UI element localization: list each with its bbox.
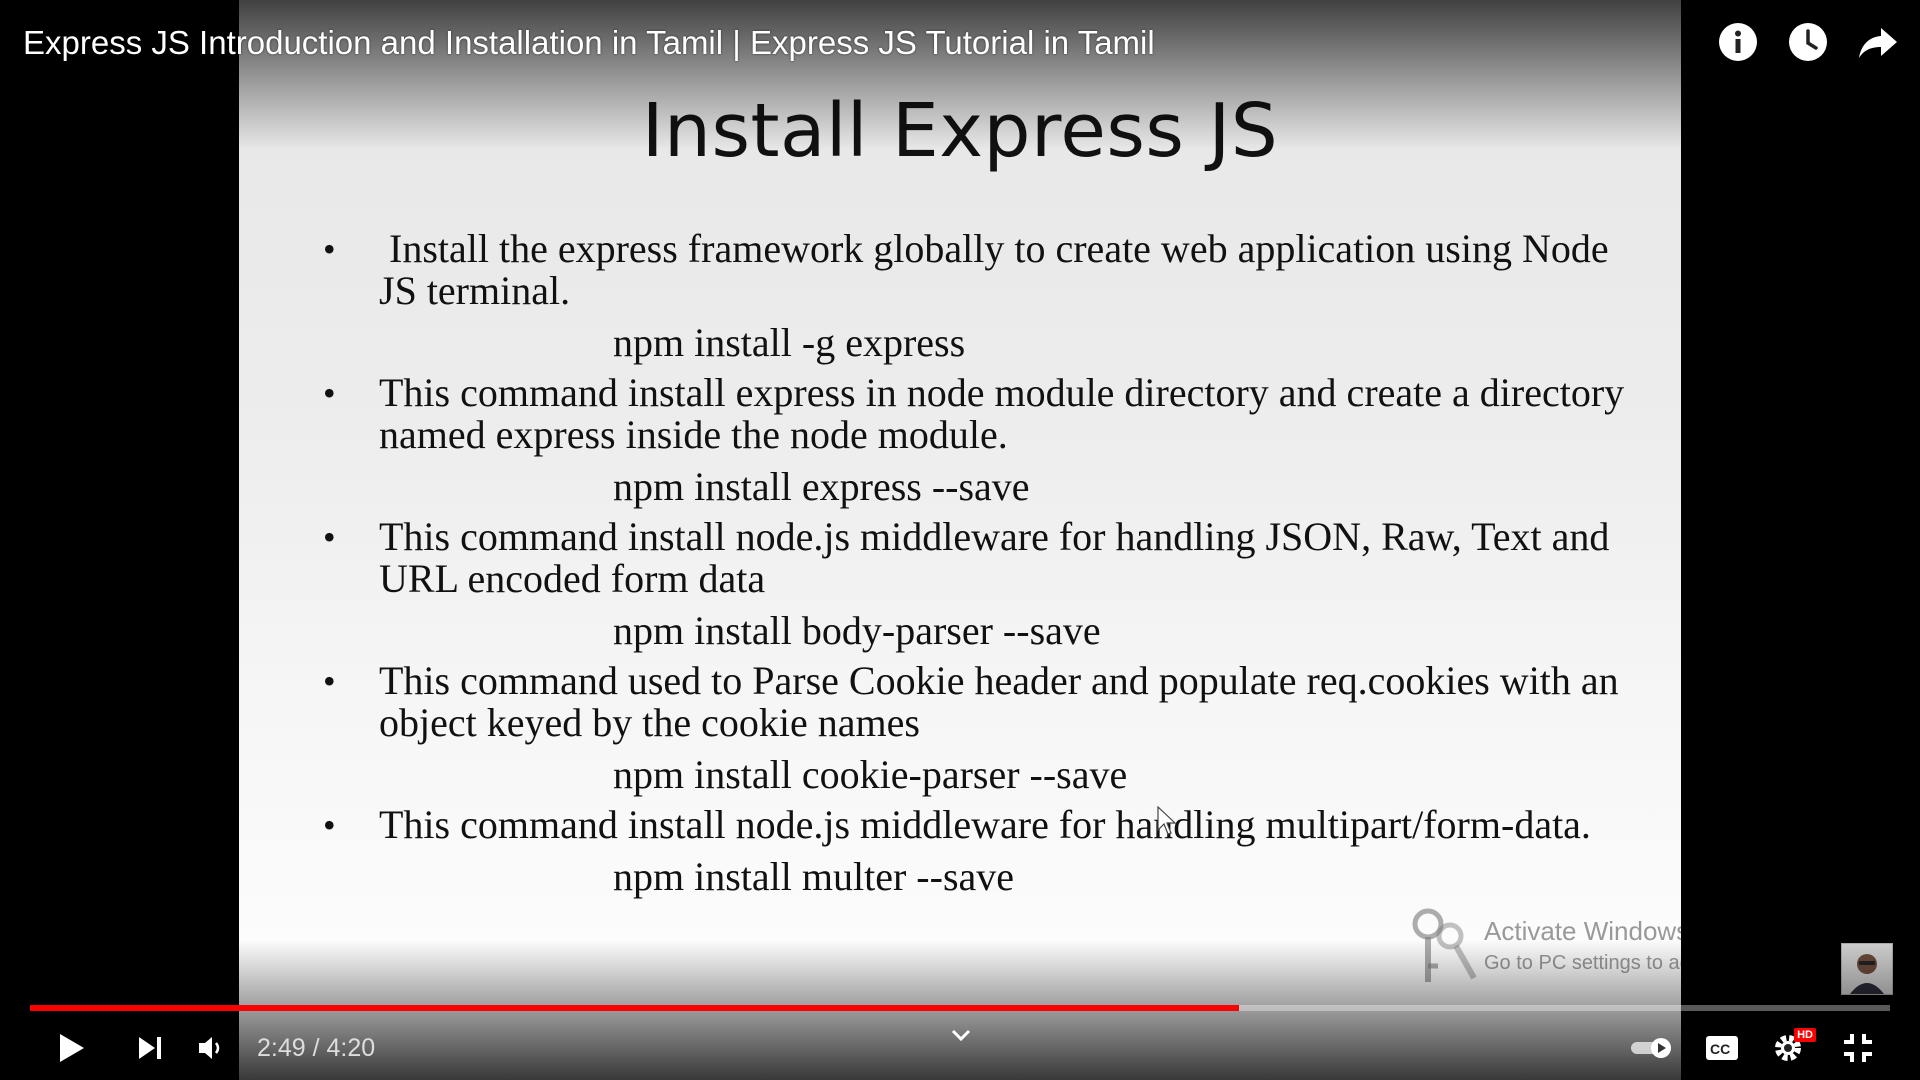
bullet-text: Install the express framework globally t… xyxy=(379,226,1619,313)
bullet-item: • Install the express framework globally… xyxy=(323,228,1643,312)
watermark-subtitle: Go to PC settings to activate Windows. xyxy=(1484,952,1681,974)
volume-icon xyxy=(199,1037,220,1059)
chapter-expand-button[interactable] xyxy=(946,1020,976,1050)
chevron-down-icon xyxy=(951,1029,971,1042)
next-icon xyxy=(139,1037,161,1059)
bullet-marker: • xyxy=(323,229,336,269)
hd-badge: HD xyxy=(1794,1028,1816,1042)
bullet-item: • This command used to Parse Cookie head… xyxy=(323,660,1643,744)
play-icon xyxy=(60,1034,84,1062)
command-line: npm install cookie-parser --save xyxy=(613,752,1128,797)
top-right-actions xyxy=(1716,20,1900,64)
bullet-item: • This command install node.js middlewar… xyxy=(323,804,1643,846)
captions-icon: CC xyxy=(1706,1036,1738,1060)
video-player[interactable]: Install Express JS • Install the express… xyxy=(0,0,1920,1080)
bullet-list: • Install the express framework globally… xyxy=(323,228,1643,906)
exit-fullscreen-icon xyxy=(1844,1034,1872,1062)
player-controls: 2:49 / 4:20 CC HD xyxy=(0,1020,1920,1072)
time-display: 2:49 / 4:20 xyxy=(257,1034,376,1062)
bullet-text: This command install express in node mod… xyxy=(379,370,1625,457)
svg-text:CC: CC xyxy=(1710,1041,1730,1057)
next-button[interactable] xyxy=(126,1024,174,1072)
bullet-text: This command install node.js middleware … xyxy=(379,514,1610,601)
bullet-text: This command used to Parse Cookie header… xyxy=(379,658,1619,745)
command-line: npm install body-parser --save xyxy=(613,608,1101,653)
play-button[interactable] xyxy=(48,1024,96,1072)
captions-button[interactable]: CC xyxy=(1698,1024,1746,1072)
progress-bar[interactable] xyxy=(30,1005,1890,1011)
autoplay-toggle-icon xyxy=(1631,1038,1671,1058)
bullet-marker: • xyxy=(323,517,336,557)
key-icon xyxy=(1412,908,1477,982)
avatar xyxy=(1842,944,1892,994)
bullet-marker: • xyxy=(323,805,336,845)
slide-frame: Install Express JS • Install the express… xyxy=(239,0,1681,1080)
watermark-title: Activate Windows xyxy=(1484,916,1681,946)
share-icon xyxy=(1859,28,1897,58)
volume-button[interactable] xyxy=(188,1024,236,1072)
slide-title: Install Express JS xyxy=(641,88,1279,174)
command-line: npm install multer --save xyxy=(613,854,1015,899)
bullet-marker: • xyxy=(323,661,336,701)
presenter-webcam-thumbnail xyxy=(1841,943,1893,995)
info-button[interactable] xyxy=(1716,20,1760,64)
video-title[interactable]: Express JS Introduction and Installation… xyxy=(23,24,1155,62)
watch-later-button[interactable] xyxy=(1786,20,1830,64)
bullet-item: • This command install express in node m… xyxy=(323,372,1643,456)
progress-played xyxy=(30,1005,1239,1011)
command-line: npm install -g express xyxy=(613,320,966,365)
watch-later-icon xyxy=(1789,23,1827,61)
autoplay-toggle[interactable] xyxy=(1622,1024,1682,1072)
info-icon xyxy=(1719,23,1757,61)
activate-windows-watermark: Activate Windows Go to PC settings to ac… xyxy=(1408,906,1681,986)
exit-fullscreen-button[interactable] xyxy=(1834,1024,1882,1072)
mouse-cursor-icon xyxy=(1157,806,1177,835)
bullet-marker: • xyxy=(323,373,336,413)
command-line: npm install express --save xyxy=(613,464,1030,509)
bullet-item: • This command install node.js middlewar… xyxy=(323,516,1643,600)
bullet-text: This command install node.js middleware … xyxy=(379,802,1591,847)
settings-button[interactable]: HD xyxy=(1764,1024,1816,1072)
share-button[interactable] xyxy=(1856,20,1900,64)
